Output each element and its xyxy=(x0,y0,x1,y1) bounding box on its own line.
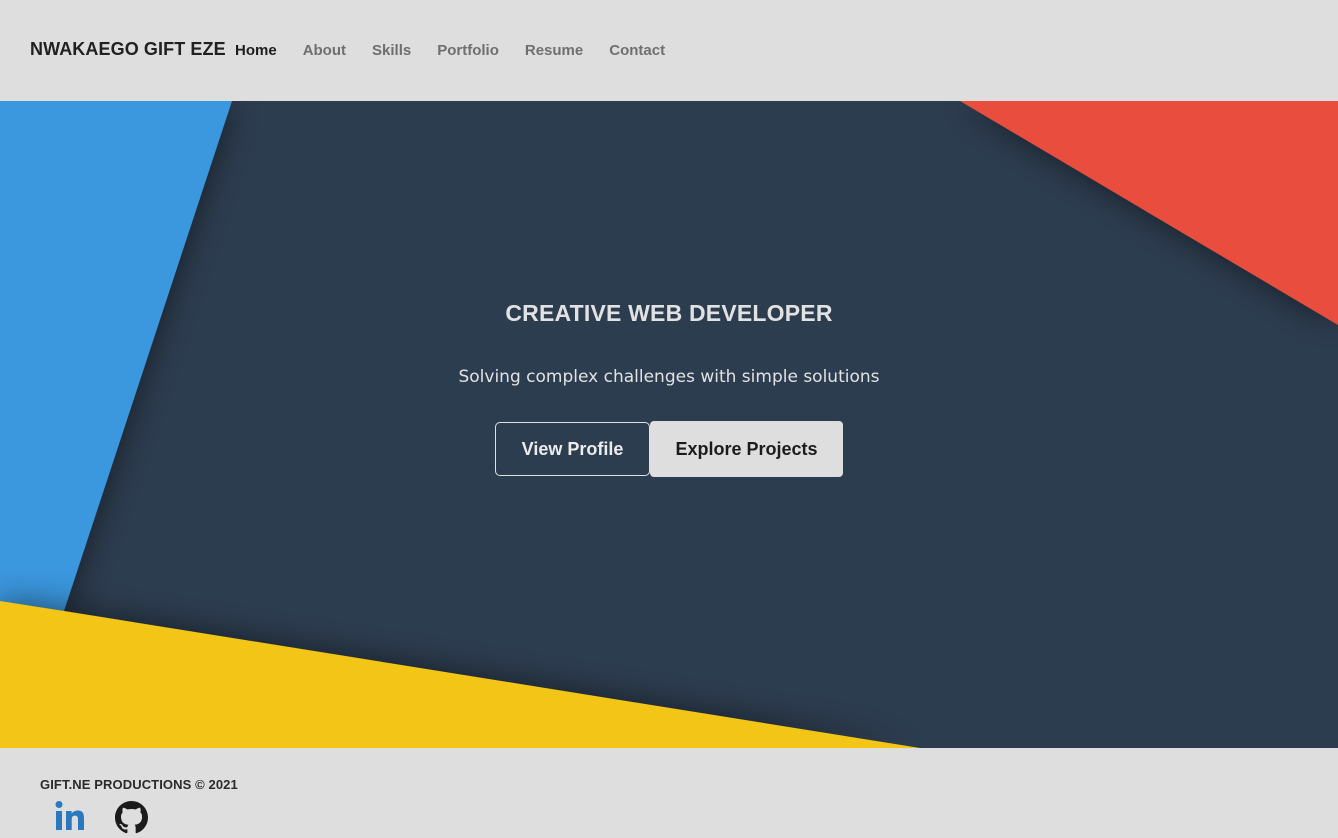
nav-link-skills[interactable]: Skills xyxy=(372,42,411,59)
nav-link-contact[interactable]: Contact xyxy=(609,42,665,59)
explore-projects-button[interactable]: Explore Projects xyxy=(650,421,843,477)
nav-link-portfolio[interactable]: Portfolio xyxy=(437,42,499,59)
linkedin-icon[interactable] xyxy=(54,800,86,832)
hero-title: CREATIVE WEB DEVELOPER xyxy=(505,300,833,326)
nav-link-resume[interactable]: Resume xyxy=(525,42,583,59)
hero-subtitle: Solving complex challenges with simple s… xyxy=(458,367,880,387)
nav-links: Home About Skills Portfolio Resume Conta… xyxy=(235,42,691,59)
navbar: NWAKAEGO GIFT EZE Home About Skills Port… xyxy=(0,0,1338,101)
footer-copyright: GIFT.NE PRODUCTIONS © 2021 xyxy=(40,777,238,792)
footer: GIFT.NE PRODUCTIONS © 2021 xyxy=(0,748,1338,838)
hero-section: CREATIVE WEB DEVELOPER Solving complex c… xyxy=(0,101,1338,748)
github-icon[interactable] xyxy=(115,801,148,834)
view-profile-button[interactable]: View Profile xyxy=(495,422,650,476)
nav-link-about[interactable]: About xyxy=(303,42,346,59)
nav-link-home[interactable]: Home xyxy=(235,42,277,59)
brand-logo-text[interactable]: NWAKAEGO GIFT EZE xyxy=(30,39,226,60)
